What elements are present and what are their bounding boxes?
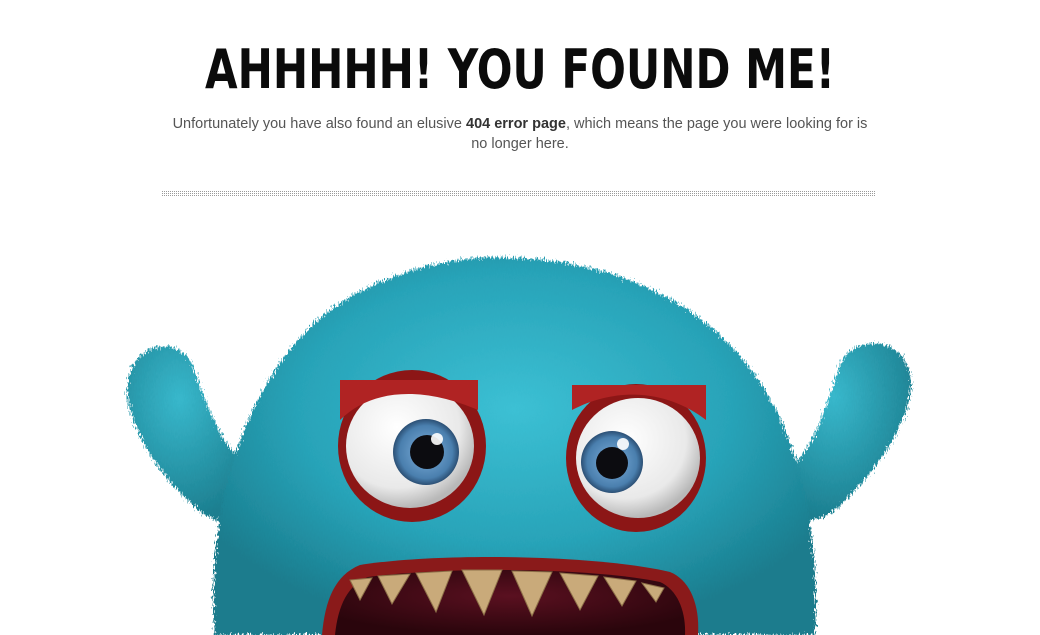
error-404-page: AHHHHH! YOU FOUND ME! Unfortunately you … [0, 0, 1040, 635]
furry-blue-monster-icon [127, 257, 912, 635]
